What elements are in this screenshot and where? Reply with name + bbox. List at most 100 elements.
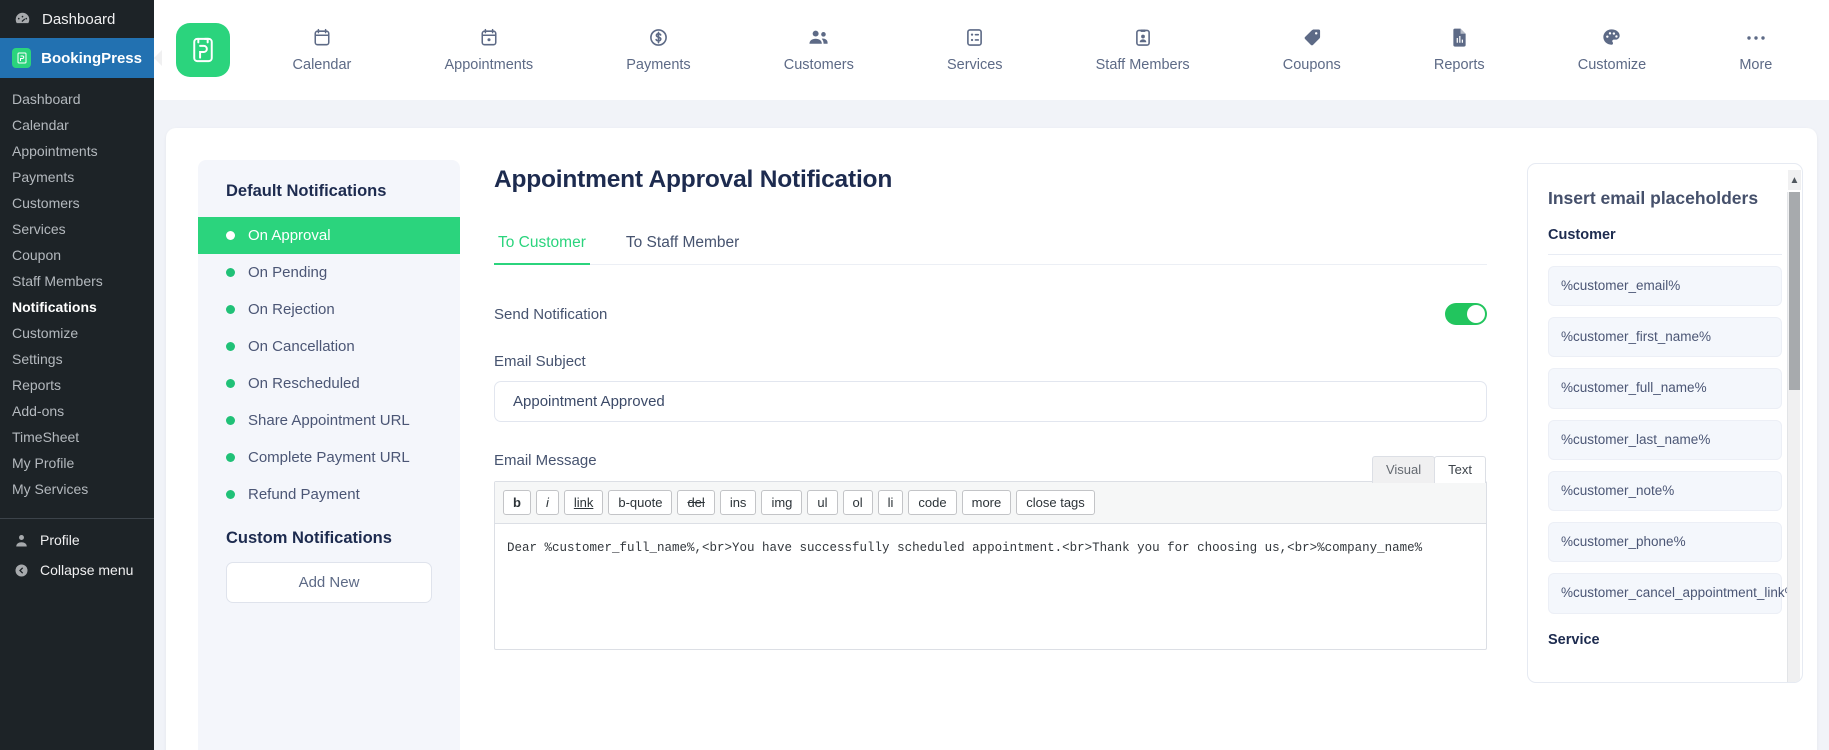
collapse-arrow-icon	[12, 563, 30, 578]
placeholder-customer-email[interactable]: %customer_email%	[1548, 266, 1782, 307]
topnav-item-customers[interactable]: Customers	[778, 28, 860, 73]
tab-to-customer[interactable]: To Customer	[494, 234, 590, 265]
notification-item-share-appointment-url[interactable]: Share Appointment URL	[198, 402, 460, 439]
submenu-item-customers[interactable]: Customers	[0, 190, 154, 216]
submenu-item-my-profile[interactable]: My Profile	[0, 450, 154, 476]
topnav-item-more[interactable]: More	[1733, 28, 1778, 73]
submenu-item-staff-members[interactable]: Staff Members	[0, 268, 154, 294]
notification-item-on-rescheduled[interactable]: On Rescheduled	[198, 365, 460, 402]
notifications-panel: Default Notifications On Approval On Pen…	[166, 128, 1817, 750]
quicktag-italic-button[interactable]: i	[535, 490, 559, 515]
topnav-label-more: More	[1739, 56, 1773, 73]
email-subject-input[interactable]	[494, 381, 1487, 422]
customers-icon	[808, 28, 829, 48]
sidebar-item-collapse-menu[interactable]: Collapse menu	[0, 555, 154, 585]
email-message-label: Email Message	[494, 452, 597, 469]
tab-to-staff-member[interactable]: To Staff Member	[622, 234, 743, 264]
notification-item-on-pending[interactable]: On Pending	[198, 254, 460, 291]
submenu-item-add-ons[interactable]: Add-ons	[0, 398, 154, 424]
scroll-up-arrow-icon[interactable]: ▲	[1788, 170, 1801, 190]
notification-label: Complete Payment URL	[248, 449, 410, 466]
quicktag-code-button[interactable]: code	[908, 490, 957, 515]
submenu-item-settings[interactable]: Settings	[0, 346, 154, 372]
sidebar-bookingpress-label: BookingPress	[41, 49, 142, 67]
submenu-item-coupon[interactable]: Coupon	[0, 242, 154, 268]
topnav-label-appointments: Appointments	[444, 56, 534, 73]
add-new-button[interactable]: Add New	[226, 562, 432, 603]
quicktag-li-button[interactable]: li	[877, 490, 904, 515]
notification-item-on-approval[interactable]: On Approval	[198, 217, 460, 254]
sidebar-divider	[0, 518, 154, 519]
submenu-item-appointments[interactable]: Appointments	[0, 138, 154, 164]
topnav-item-staff-members[interactable]: Staff Members	[1090, 28, 1196, 73]
topnav-label-calendar: Calendar	[292, 56, 352, 73]
notification-item-complete-payment-url[interactable]: Complete Payment URL	[198, 439, 460, 476]
editor-tabs: To Customer To Staff Member	[494, 234, 1487, 265]
submenu-item-calendar[interactable]: Calendar	[0, 112, 154, 138]
notification-label: On Rejection	[248, 301, 335, 318]
placeholders-column: Insert email placeholders Customer %cust…	[1517, 128, 1817, 750]
placeholder-customer-note[interactable]: %customer_note%	[1548, 470, 1782, 512]
sidebar-item-bookingpress[interactable]: BookingPress	[0, 38, 154, 78]
default-notifications-heading: Default Notifications	[226, 182, 387, 200]
page-title: Appointment Approval Notification	[494, 166, 893, 193]
quicktag-img-button[interactable]: img	[761, 490, 803, 515]
quicktag-ins-button[interactable]: ins	[719, 490, 757, 515]
status-dot-icon	[226, 490, 235, 499]
placeholder-customer-first-name[interactable]: %customer_first_name%	[1548, 317, 1782, 358]
topnav-label-customize: Customize	[1577, 56, 1647, 73]
submenu-item-my-services[interactable]: My Services	[0, 476, 154, 502]
topnav-item-calendar[interactable]: Calendar	[287, 28, 358, 73]
submenu-item-services[interactable]: Services	[0, 216, 154, 242]
submenu-item-customize[interactable]: Customize	[0, 320, 154, 346]
topnav-item-services[interactable]: Services	[941, 28, 1009, 73]
visual-mode-tab[interactable]: Visual	[1371, 456, 1436, 483]
topnav-label-reports: Reports	[1433, 56, 1485, 73]
main-area: Calendar Appointments Payments Customers	[154, 0, 1829, 750]
send-notification-toggle[interactable]	[1445, 303, 1487, 325]
palette-icon	[1602, 28, 1621, 48]
topnav-item-customize[interactable]: Customize	[1572, 28, 1653, 73]
placeholder-group-service: Service	[1548, 631, 1600, 648]
topnav-item-payments[interactable]: Payments	[620, 28, 696, 73]
bookingpress-app-logo[interactable]	[176, 23, 230, 77]
wp-submenu: Dashboard Calendar Appointments Payments…	[0, 78, 154, 512]
staff-icon	[1135, 28, 1151, 48]
quicktag-ol-button[interactable]: ol	[842, 490, 873, 515]
topnav-item-reports[interactable]: Reports	[1428, 28, 1491, 73]
quicktag-blockquote-button[interactable]: b-quote	[608, 490, 673, 515]
text-mode-tab[interactable]: Text	[1434, 456, 1486, 483]
quicktag-bold-button[interactable]: b	[503, 490, 531, 515]
placeholder-customer-full-name[interactable]: %customer_full_name%	[1548, 368, 1782, 409]
quicktag-close-tags-button[interactable]: close tags	[1016, 490, 1095, 515]
notification-label: Share Appointment URL	[248, 412, 410, 429]
editor-mode-tabs: Visual Text	[1371, 456, 1486, 483]
send-notification-row: Send Notification	[494, 303, 1487, 325]
topnav-item-coupons[interactable]: Coupons	[1277, 28, 1347, 73]
quicktag-link-button[interactable]: link	[563, 490, 604, 515]
notification-item-on-cancellation[interactable]: On Cancellation	[198, 328, 460, 365]
submenu-item-reports[interactable]: Reports	[0, 372, 154, 398]
quicktag-del-button[interactable]: del	[677, 490, 715, 515]
status-dot-icon	[226, 231, 235, 240]
notification-item-refund-payment[interactable]: Refund Payment	[198, 476, 460, 513]
topnav-label-services: Services	[946, 56, 1003, 73]
placeholders-scrollbar[interactable]: ▲	[1787, 170, 1801, 682]
sidebar-item-dashboard[interactable]: Dashboard	[0, 0, 154, 38]
placeholder-customer-last-name[interactable]: %customer_last_name%	[1548, 419, 1782, 460]
topnav-label-coupons: Coupons	[1282, 56, 1341, 73]
sidebar-item-profile[interactable]: Profile	[0, 525, 154, 555]
placeholder-customer-phone[interactable]: %customer_phone%	[1548, 522, 1782, 563]
placeholder-customer-cancel-appointment-link[interactable]: %customer_cancel_appointment_link%	[1548, 573, 1797, 614]
submenu-item-timesheet[interactable]: TimeSheet	[0, 424, 154, 450]
submenu-item-notifications[interactable]: Notifications	[0, 294, 154, 320]
topnav-item-appointments[interactable]: Appointments	[438, 28, 539, 73]
scrollbar-thumb[interactable]	[1789, 192, 1800, 390]
email-message-textarea[interactable]: Dear %customer_full_name%,<br>You have s…	[495, 524, 1486, 644]
quicktag-ul-button[interactable]: ul	[807, 490, 838, 515]
placeholder-group-customer: Customer	[1548, 227, 1616, 243]
submenu-item-dashboard[interactable]: Dashboard	[0, 86, 154, 112]
quicktag-more-button[interactable]: more	[961, 490, 1012, 515]
submenu-item-payments[interactable]: Payments	[0, 164, 154, 190]
notification-item-on-rejection[interactable]: On Rejection	[198, 291, 460, 328]
